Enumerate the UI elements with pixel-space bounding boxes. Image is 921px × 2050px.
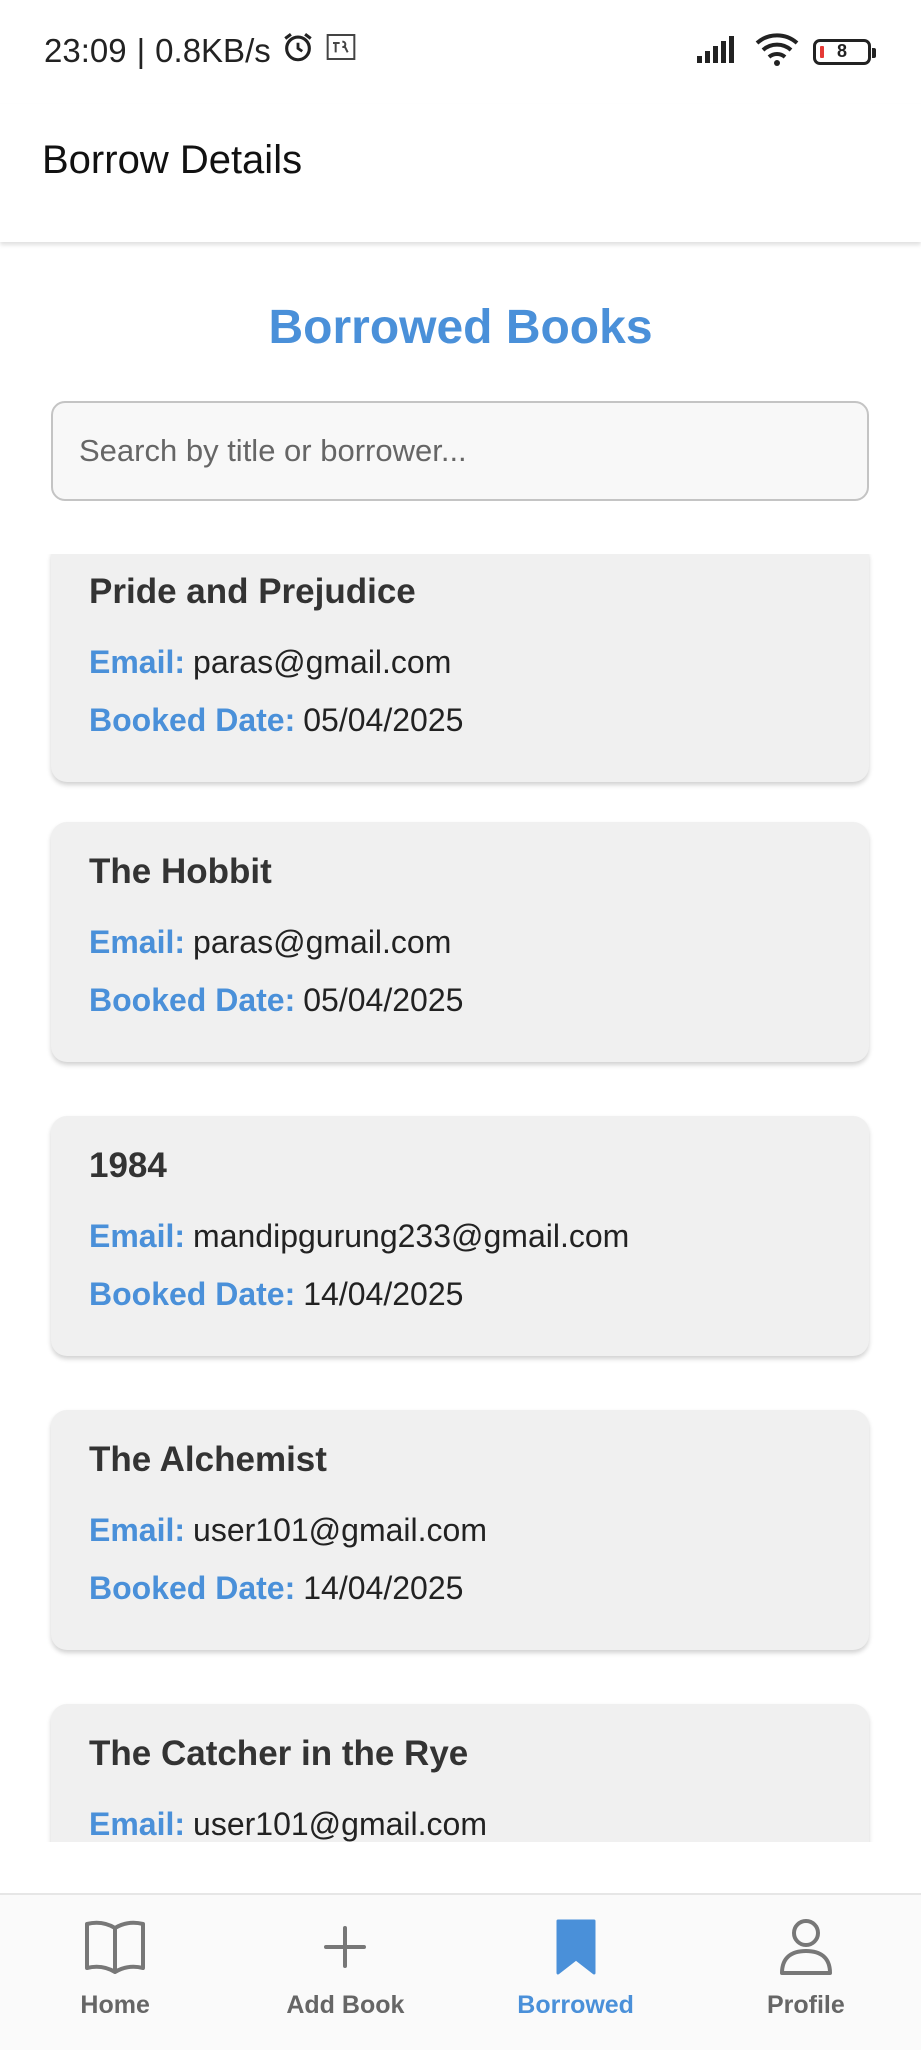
date-value: 14/04/2025 (303, 1276, 464, 1312)
search-input[interactable] (53, 403, 867, 499)
nav-home[interactable]: Home (0, 1895, 230, 2050)
borrowed-list[interactable]: Pride and Prejudice Email: paras@gmail.co… (0, 554, 921, 1842)
date-row: Booked Date: 05/04/2025 (89, 982, 463, 1019)
book-title: 1984 (89, 1146, 167, 1185)
book-title: The Alchemist (89, 1440, 327, 1479)
nav-label: Profile (766, 1991, 845, 2019)
alarm-icon (281, 30, 315, 72)
email-row: Email: paras@gmail.com (89, 924, 451, 961)
date-row: Booked Date: 14/04/2025 (89, 1570, 463, 1607)
email-row: Email: user101@gmail.com (89, 1512, 487, 1549)
email-label: Email: (89, 1218, 186, 1254)
battery-icon: 8 (813, 38, 876, 65)
email-label: Email: (89, 1512, 186, 1548)
book-card[interactable]: The Catcher in the Rye Email: user101@gma… (51, 1704, 869, 1842)
email-label: Email: (89, 1806, 186, 1842)
email-value: user101@gmail.com (193, 1806, 487, 1842)
status-time: 23:09 (44, 32, 127, 69)
nav-label: Borrowed (517, 1991, 634, 2019)
date-value: 05/04/2025 (303, 702, 464, 738)
date-value: 14/04/2025 (303, 1570, 464, 1606)
nav-label: Add Book (286, 1991, 405, 2019)
date-label: Booked Date: (89, 1276, 296, 1312)
date-label: Booked Date: (89, 1570, 296, 1606)
book-title: The Catcher in the Rye (89, 1734, 469, 1773)
email-row: Email: user101@gmail.com (89, 1806, 487, 1842)
nav-label: Home (80, 1991, 150, 2019)
book-card[interactable]: The Hobbit Email: paras@gmail.com Booked … (51, 822, 869, 1062)
nav-profile[interactable]: Profile (691, 1895, 921, 2050)
email-label: Email: (89, 924, 186, 960)
book-card[interactable]: The Alchemist Email: user101@gmail.com Bo… (51, 1410, 869, 1650)
nav-add-book[interactable]: Add Book (230, 1895, 460, 2050)
search-box (51, 401, 869, 501)
email-value: paras@gmail.com (193, 644, 452, 680)
date-label: Booked Date: (89, 702, 296, 738)
date-value: 05/04/2025 (303, 982, 464, 1018)
battery-level: 8 (836, 41, 847, 61)
book-title: The Hobbit (89, 852, 272, 891)
book-card[interactable]: Pride and Prejudice Email: paras@gmail.co… (51, 554, 869, 782)
nav-borrowed[interactable]: Borrowed (461, 1895, 691, 2050)
email-row: Email: paras@gmail.com (89, 644, 451, 681)
bookmark-icon (544, 1915, 608, 1979)
email-value: mandipgurung233@gmail.com (193, 1218, 630, 1254)
status-left: 23:09 | 0.8KB/s (44, 30, 357, 72)
email-row: Email: mandipgurung233@gmail.com (89, 1218, 629, 1255)
status-speed: 0.8KB/s (155, 32, 271, 69)
status-right: 8 (695, 32, 876, 71)
date-row: Booked Date: 05/04/2025 (89, 702, 463, 739)
book-open-icon (83, 1915, 147, 1979)
date-label: Booked Date: (89, 982, 296, 1018)
status-separator: | (136, 32, 146, 69)
signal-icon (695, 34, 741, 69)
email-label: Email: (89, 644, 186, 680)
wifi-icon (755, 32, 799, 71)
email-value: user101@gmail.com (193, 1512, 487, 1548)
bottom-nav: Home Add Book Borrowed Profile (0, 1893, 921, 2050)
notification-icon (325, 31, 357, 71)
date-row: Booked Date: 14/04/2025 (89, 1276, 463, 1313)
status-bar: 23:09 | 0.8KB/s 8 (0, 0, 921, 104)
app-header: Borrow Details (0, 104, 921, 242)
header-title: Borrow Details (42, 138, 303, 182)
user-icon (774, 1915, 838, 1979)
email-value: paras@gmail.com (193, 924, 452, 960)
plus-icon (313, 1915, 377, 1979)
page-title: Borrowed Books (268, 301, 653, 354)
book-title: Pride and Prejudice (89, 572, 416, 611)
book-card[interactable]: 1984 Email: mandipgurung233@gmail.com Boo… (51, 1116, 869, 1356)
